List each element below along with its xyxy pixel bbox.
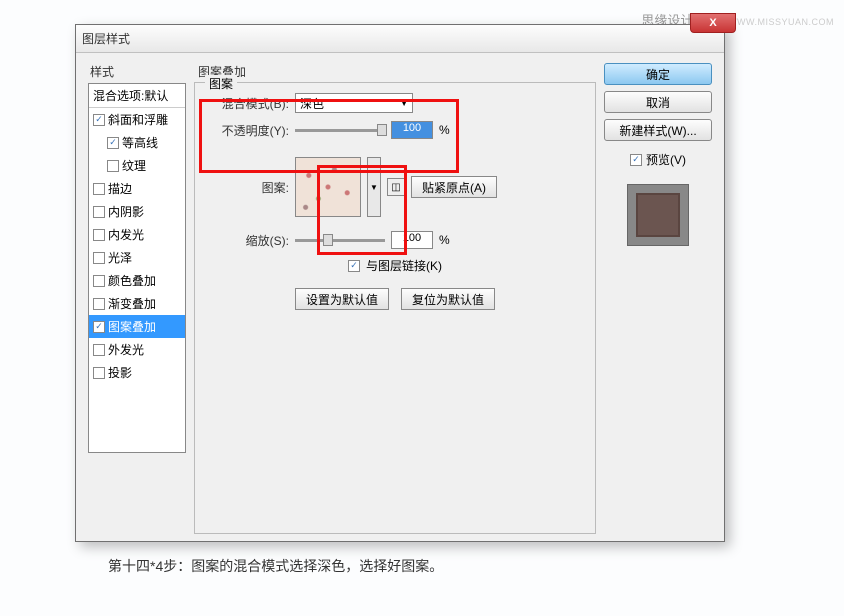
- checkbox-icon[interactable]: [93, 367, 105, 379]
- style-inner-shadow[interactable]: 内阴影: [89, 200, 185, 223]
- scale-label: 缩放(S):: [209, 232, 289, 249]
- section-title: 图案叠加: [194, 63, 596, 80]
- checkbox-icon[interactable]: [93, 114, 105, 126]
- opacity-value[interactable]: 100: [391, 121, 433, 139]
- preview-checkbox[interactable]: [630, 154, 642, 166]
- blend-mode-row: 混合模式(B): 深色: [209, 93, 581, 113]
- new-style-button[interactable]: 新建样式(W)...: [604, 119, 712, 141]
- blend-mode-combo[interactable]: 深色: [295, 93, 413, 113]
- pattern-dropdown-icon[interactable]: ▼: [367, 157, 381, 217]
- content-column: 图案叠加 图案 混合模式(B): 深色 不透明度(Y): 100 % 图案:: [194, 63, 596, 531]
- preview-label: 预览(V): [646, 151, 686, 168]
- reset-default-button[interactable]: 复位为默认值: [401, 288, 495, 310]
- set-default-button[interactable]: 设置为默认值: [295, 288, 389, 310]
- slider-thumb-icon[interactable]: [377, 124, 387, 136]
- opacity-label: 不透明度(Y):: [209, 122, 289, 139]
- ok-button[interactable]: 确定: [604, 63, 712, 85]
- style-contour[interactable]: 等高线: [89, 131, 185, 154]
- pattern-label: 图案:: [209, 179, 289, 196]
- style-drop-shadow[interactable]: 投影: [89, 361, 185, 384]
- style-bevel-emboss[interactable]: 斜面和浮雕: [89, 108, 185, 131]
- pattern-row: 图案: ▼ ◫ 贴紧原点(A): [209, 157, 581, 217]
- link-checkbox[interactable]: [348, 260, 360, 272]
- layer-style-dialog: 图层样式 X 样式 混合选项:默认 斜面和浮雕 等高线 纹理 描边 内阴影 内发…: [75, 24, 725, 542]
- styles-group-label: 样式: [88, 63, 186, 80]
- link-label: 与图层链接(K): [366, 257, 442, 274]
- style-satin[interactable]: 光泽: [89, 246, 185, 269]
- checkbox-icon[interactable]: [93, 252, 105, 264]
- percent-label: %: [439, 123, 450, 137]
- close-button[interactable]: X: [690, 13, 736, 33]
- checkbox-icon[interactable]: [107, 160, 119, 172]
- new-pattern-icon[interactable]: ◫: [387, 178, 405, 196]
- style-texture[interactable]: 纹理: [89, 154, 185, 177]
- snap-origin-button[interactable]: 贴紧原点(A): [411, 176, 497, 198]
- slider-thumb-icon[interactable]: [323, 234, 333, 246]
- scale-slider[interactable]: [295, 239, 385, 242]
- style-color-overlay[interactable]: 颜色叠加: [89, 269, 185, 292]
- style-inner-glow[interactable]: 内发光: [89, 223, 185, 246]
- dialog-title: 图层样式: [82, 30, 130, 47]
- checkbox-icon[interactable]: [93, 229, 105, 241]
- preview-thumbnail: [627, 184, 689, 246]
- checkbox-icon[interactable]: [93, 206, 105, 218]
- preview-checkbox-row: 预览(V): [630, 151, 686, 168]
- pattern-swatch[interactable]: [295, 157, 361, 217]
- pattern-fieldset: 图案 混合模式(B): 深色 不透明度(Y): 100 % 图案: ▼ ◫: [194, 82, 596, 534]
- close-icon: X: [709, 17, 716, 29]
- scale-row: 缩放(S): 100 %: [209, 231, 581, 249]
- cancel-button[interactable]: 取消: [604, 91, 712, 113]
- caption-text: 第十四*4步：图案的混合模式选择深色，选择好图案。: [108, 556, 443, 576]
- checkbox-icon[interactable]: [107, 137, 119, 149]
- checkbox-icon[interactable]: [93, 183, 105, 195]
- percent-label: %: [439, 233, 450, 247]
- styles-column: 样式 混合选项:默认 斜面和浮雕 等高线 纹理 描边 内阴影 内发光 光泽 颜色…: [88, 63, 186, 531]
- style-outer-glow[interactable]: 外发光: [89, 338, 185, 361]
- styles-list: 混合选项:默认 斜面和浮雕 等高线 纹理 描边 内阴影 内发光 光泽 颜色叠加 …: [88, 83, 186, 453]
- style-pattern-overlay[interactable]: 图案叠加: [89, 315, 185, 338]
- titlebar[interactable]: 图层样式 X: [76, 25, 724, 53]
- link-row: 与图层链接(K): [209, 257, 581, 274]
- style-gradient-overlay[interactable]: 渐变叠加: [89, 292, 185, 315]
- watermark-sub: WWW.MISSYUAN.COM: [728, 17, 834, 27]
- opacity-slider[interactable]: [295, 129, 385, 132]
- checkbox-icon[interactable]: [93, 321, 105, 333]
- opacity-row: 不透明度(Y): 100 %: [209, 121, 581, 139]
- side-column: 确定 取消 新建样式(W)... 预览(V): [604, 63, 712, 531]
- style-stroke[interactable]: 描边: [89, 177, 185, 200]
- blend-mode-label: 混合模式(B):: [209, 95, 289, 112]
- checkbox-icon[interactable]: [93, 275, 105, 287]
- default-buttons-row: 设置为默认值 复位为默认值: [209, 288, 581, 310]
- style-blend-options[interactable]: 混合选项:默认: [89, 84, 185, 108]
- checkbox-icon[interactable]: [93, 298, 105, 310]
- checkbox-icon[interactable]: [93, 344, 105, 356]
- scale-value[interactable]: 100: [391, 231, 433, 249]
- dialog-body: 样式 混合选项:默认 斜面和浮雕 等高线 纹理 描边 内阴影 内发光 光泽 颜色…: [76, 53, 724, 541]
- fieldset-label: 图案: [205, 75, 237, 92]
